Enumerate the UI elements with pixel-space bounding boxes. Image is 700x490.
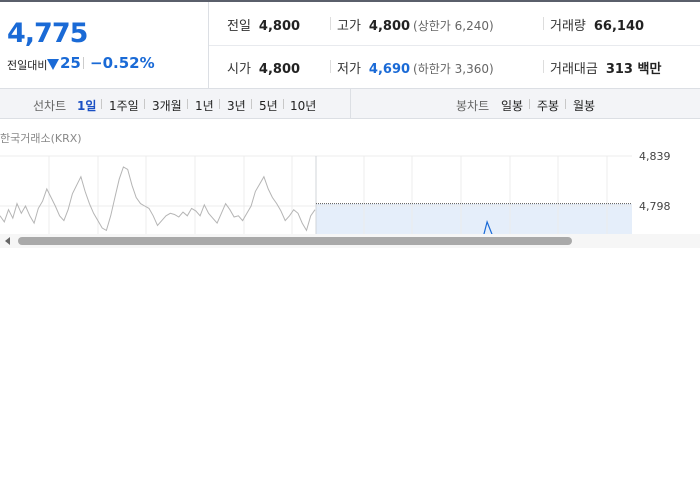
candle-daily[interactable]: 일봉 — [501, 97, 523, 114]
separator — [283, 99, 284, 109]
period-1y[interactable]: 1년 — [195, 97, 214, 114]
intraday-chart: 4,839 4,798 — [0, 150, 671, 234]
prev-close-value: 4,800 — [258, 19, 301, 34]
period-bar-divider — [350, 89, 351, 118]
chart-scrollbar[interactable] — [0, 234, 700, 248]
change-amount: 25 — [60, 54, 81, 72]
high-label: 고가 — [337, 19, 361, 34]
volume-label: 거래량 — [550, 19, 586, 34]
previous-session-line — [0, 166, 316, 232]
y-tick-label-mid: 4,798 — [639, 200, 671, 213]
stats-row-2: 시가 4,800 저가 4,690 (하한가 3,360) 거래대금 313 백만 — [209, 45, 700, 88]
scrollbar-thumb[interactable] — [18, 237, 572, 245]
open-label: 시가 — [227, 62, 251, 77]
low-label: 저가 — [337, 62, 361, 77]
amount-label: 거래대금 — [550, 62, 598, 77]
down-triangle-icon — [47, 59, 59, 70]
candle-monthly[interactable]: 월봉 — [573, 97, 595, 114]
current-price-box: 4,775 전일대비 25 −0.52% — [0, 2, 209, 88]
period-3y[interactable]: 3년 — [227, 97, 246, 114]
y-tick-label-top: 4,839 — [639, 150, 671, 163]
price-summary: 4,775 전일대비 25 −0.52% 전일 4,800 고가 4,800 (상한가… — [0, 2, 700, 89]
lower-limit: (하한가 3,360) — [413, 62, 494, 76]
separator — [144, 99, 145, 109]
line-chart-label: 선차트 — [33, 99, 67, 113]
separator — [251, 99, 252, 109]
separator — [565, 99, 566, 109]
candle-weekly[interactable]: 주봉 — [537, 97, 559, 114]
period-1w[interactable]: 1주일 — [109, 97, 139, 114]
chart-period-bar: 선차트 1일 1주일 3개월 1년 3년 5년 10년 봉차트 일봉 주봉 월봉 — [0, 88, 700, 119]
separator — [219, 99, 220, 109]
candle-chart-label: 봉차트 — [456, 99, 490, 113]
upper-limit: (상한가 6,240) — [413, 19, 494, 33]
current-price: 4,775 — [7, 18, 88, 49]
low-value: 4,690 — [368, 62, 411, 77]
period-3m[interactable]: 3개월 — [152, 97, 182, 114]
change-label: 전일대비 — [7, 59, 48, 72]
volume-value: 66,140 — [593, 19, 645, 34]
separator — [543, 60, 544, 73]
amount-cell: 거래대금 313 백만 — [550, 58, 661, 77]
high-value: 4,800 — [368, 19, 411, 34]
period-10y[interactable]: 10년 — [290, 97, 316, 114]
low-cell: 저가 4,690 (하한가 3,360) — [337, 58, 494, 77]
change-separator — [83, 57, 84, 69]
prev-close-label: 전일 — [227, 19, 251, 34]
volume-cell: 거래량 66,140 — [550, 15, 644, 34]
prev-close-cell: 전일 4,800 — [227, 15, 300, 34]
open-value: 4,800 — [258, 62, 301, 77]
separator — [101, 99, 102, 109]
separator — [543, 17, 544, 30]
price-stats: 전일 4,800 고가 4,800 (상한가 6,240) 거래량 66,140 시가 4… — [209, 2, 700, 88]
change-percent: −0.52% — [90, 54, 155, 72]
separator — [330, 60, 331, 73]
arrow-left-icon[interactable] — [5, 237, 10, 245]
amount-value: 313 백만 — [605, 62, 662, 77]
period-1d[interactable]: 1일 — [77, 97, 96, 114]
current-session-shade — [316, 204, 632, 234]
separator — [187, 99, 188, 109]
stats-row-1: 전일 4,800 고가 4,800 (상한가 6,240) 거래량 66,140 — [209, 2, 700, 46]
separator — [529, 99, 530, 109]
open-cell: 시가 4,800 — [227, 58, 300, 77]
high-cell: 고가 4,800 (상한가 6,240) — [337, 15, 494, 34]
separator — [330, 17, 331, 30]
period-5y[interactable]: 5년 — [259, 97, 278, 114]
